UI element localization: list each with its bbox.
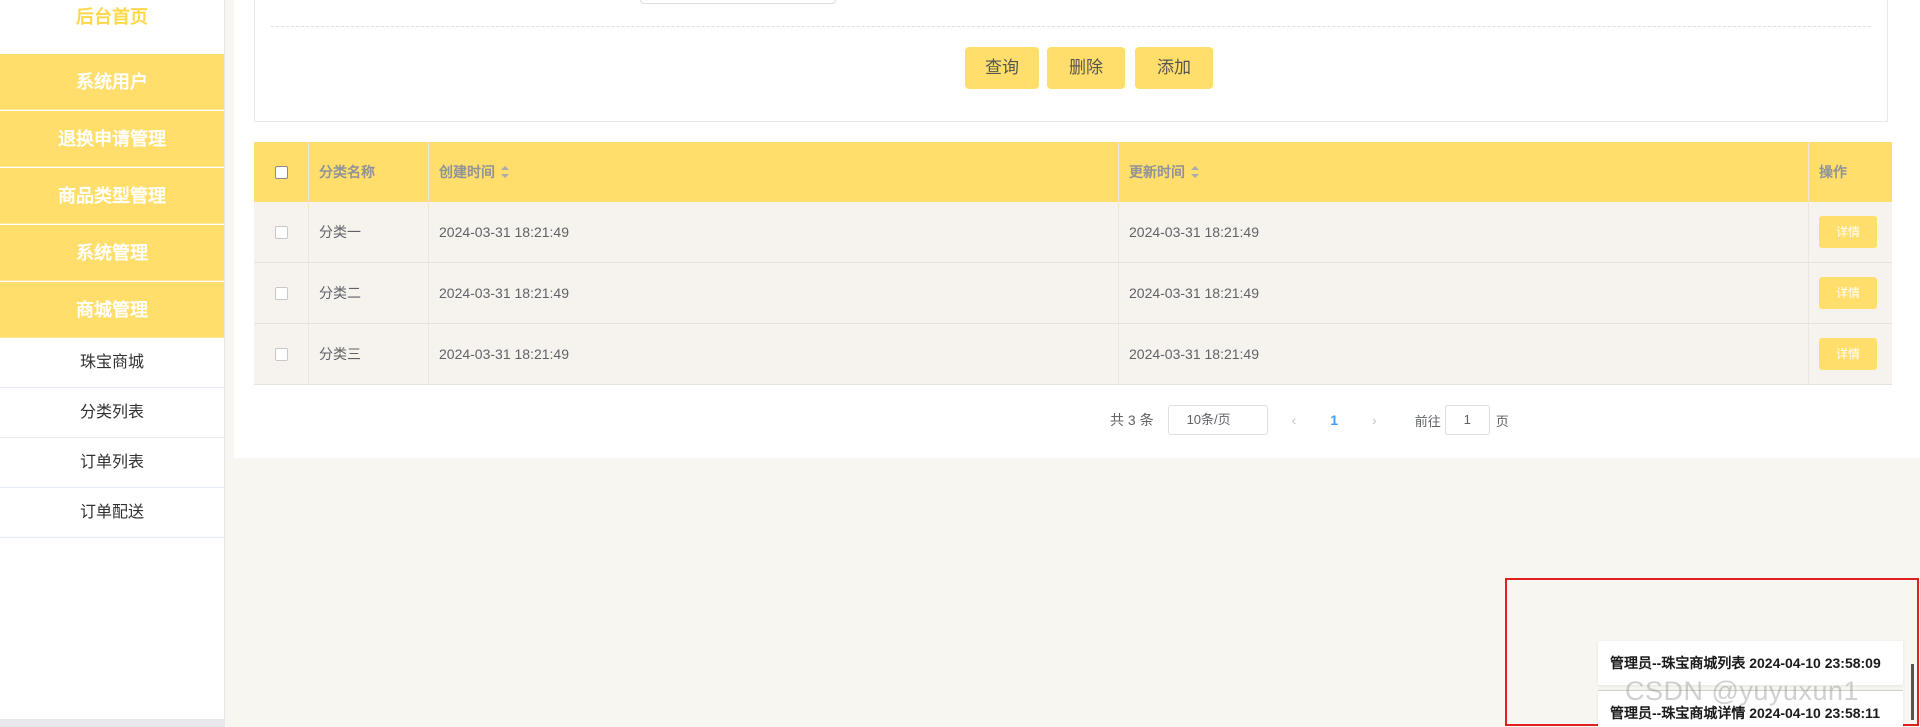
detail-button[interactable]: 详情 xyxy=(1819,338,1877,370)
delete-button[interactable]: 删除 xyxy=(1047,47,1125,89)
query-button[interactable]: 查询 xyxy=(965,47,1039,89)
category-table: 分类名称 创建时间 更新时间 操作 分类一 2024-03-31 18:21:4… xyxy=(254,142,1892,385)
sort-icon[interactable] xyxy=(501,166,509,178)
goto-page-input[interactable]: 1 xyxy=(1444,405,1490,435)
table-row: 分类三 2024-03-31 18:21:49 2024-03-31 18:21… xyxy=(254,324,1892,385)
divider xyxy=(271,26,1871,27)
submenu-order-delivery[interactable]: 订单配送 xyxy=(0,488,224,538)
select-all-cell xyxy=(254,142,309,202)
menu-mall-management[interactable]: 商城管理 xyxy=(0,282,224,338)
pagination-total: 共 3 条 xyxy=(1110,412,1154,428)
notification-toast[interactable]: 管理员--珠宝商城详情 2024-04-10 23:58:11 xyxy=(1598,690,1903,727)
table-header: 分类名称 创建时间 更新时间 操作 xyxy=(254,142,1892,202)
goto-unit: 页 xyxy=(1495,413,1509,429)
sidebar-home-link[interactable]: 后台首页 xyxy=(0,0,224,53)
detail-button[interactable]: 详情 xyxy=(1819,216,1877,248)
detail-button[interactable]: 详情 xyxy=(1819,277,1877,309)
menu-return-requests[interactable]: 退换申请管理 xyxy=(0,111,224,167)
menu-product-types[interactable]: 商品类型管理 xyxy=(0,168,224,224)
cell-name: 分类一 xyxy=(309,202,429,262)
row-check-cell xyxy=(254,202,309,262)
cell-updated: 2024-03-31 18:21:49 xyxy=(1119,202,1809,262)
header-name-label: 分类名称 xyxy=(319,164,375,180)
cell-actions: 详情 xyxy=(1809,324,1892,384)
header-created[interactable]: 创建时间 xyxy=(429,142,1119,202)
search-form: 查询 删除 添加 xyxy=(254,0,1888,122)
cell-created: 2024-03-31 18:21:49 xyxy=(429,263,1119,323)
header-updated[interactable]: 更新时间 xyxy=(1119,142,1809,202)
sort-icon[interactable] xyxy=(1191,166,1199,178)
chevron-right-icon[interactable]: › xyxy=(1372,412,1377,428)
menu-system-users[interactable]: 系统用户 xyxy=(0,54,224,110)
goto-label: 前往 xyxy=(1414,413,1441,429)
main-content: 查询 删除 添加 分类名称 创建时间 更新时间 操作 分类一 2024-03-3… xyxy=(234,0,1920,458)
table-row: 分类一 2024-03-31 18:21:49 2024-03-31 18:21… xyxy=(254,202,1892,263)
pagination: 共 3 条 10条/页 ‹ 1 › 前往 1 页 xyxy=(1110,405,1509,435)
sidebar-scrollbar[interactable] xyxy=(0,719,225,727)
cell-actions: 详情 xyxy=(1809,263,1892,323)
cell-created: 2024-03-31 18:21:49 xyxy=(429,324,1119,384)
cell-created: 2024-03-31 18:21:49 xyxy=(429,202,1119,262)
cell-name: 分类二 xyxy=(309,263,429,323)
header-actions-label: 操作 xyxy=(1819,164,1847,180)
sidebar: 后台首页 系统用户 退换申请管理 商品类型管理 系统管理 商城管理 珠宝商城 分… xyxy=(0,0,225,727)
cell-actions: 详情 xyxy=(1809,202,1892,262)
header-updated-label: 更新时间 xyxy=(1129,164,1185,180)
page-number-current[interactable]: 1 xyxy=(1330,412,1338,428)
notification-scrollbar[interactable] xyxy=(1911,664,1914,720)
notification-toast[interactable]: 管理员--珠宝商城列表 2024-04-10 23:58:09 xyxy=(1598,641,1903,685)
row-check-cell xyxy=(254,263,309,323)
cell-updated: 2024-03-31 18:21:49 xyxy=(1119,324,1809,384)
row-checkbox[interactable] xyxy=(274,347,288,361)
row-check-cell xyxy=(254,324,309,384)
cell-updated: 2024-03-31 18:21:49 xyxy=(1119,263,1809,323)
menu-system-management[interactable]: 系统管理 xyxy=(0,225,224,281)
table-row: 分类二 2024-03-31 18:21:49 2024-03-31 18:21… xyxy=(254,263,1892,324)
page-size-select[interactable]: 10条/页 xyxy=(1167,405,1268,435)
header-name: 分类名称 xyxy=(309,142,429,202)
header-actions: 操作 xyxy=(1809,142,1892,202)
search-input[interactable] xyxy=(640,0,836,4)
select-all-checkbox[interactable] xyxy=(274,165,288,179)
submenu-jewelry-mall[interactable]: 珠宝商城 xyxy=(0,338,224,388)
chevron-left-icon[interactable]: ‹ xyxy=(1292,412,1297,428)
header-created-label: 创建时间 xyxy=(439,164,495,180)
submenu-order-list[interactable]: 订单列表 xyxy=(0,438,224,488)
row-checkbox[interactable] xyxy=(274,225,288,239)
cell-name: 分类三 xyxy=(309,324,429,384)
row-checkbox[interactable] xyxy=(274,286,288,300)
add-button[interactable]: 添加 xyxy=(1135,47,1213,89)
submenu-category-list[interactable]: 分类列表 xyxy=(0,388,224,438)
